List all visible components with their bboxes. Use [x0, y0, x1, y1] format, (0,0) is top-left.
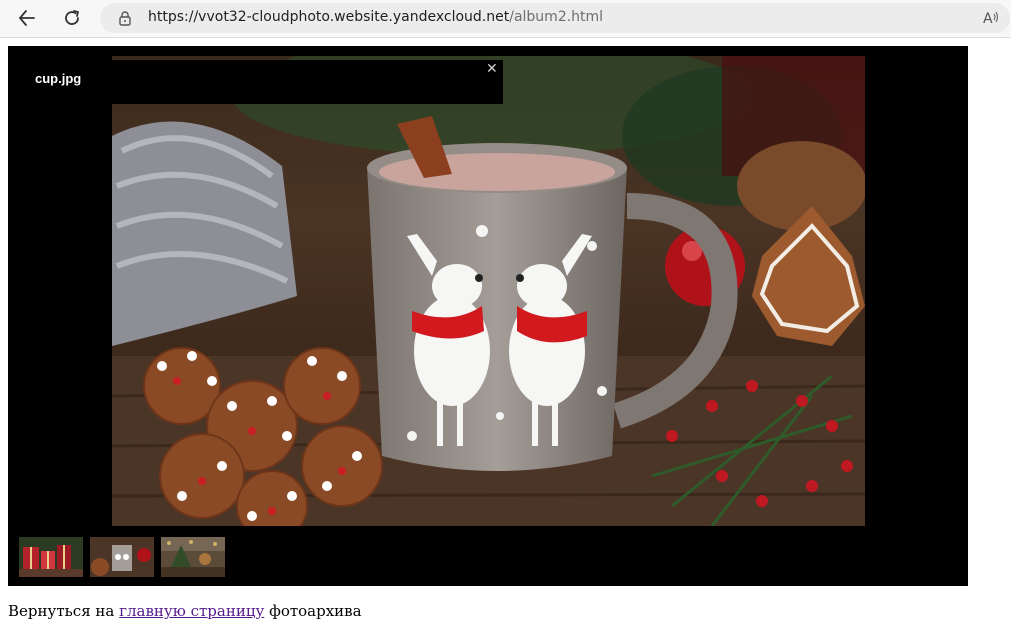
lock-icon[interactable] [117, 10, 133, 26]
caption-bar [112, 60, 503, 104]
read-aloud-icon: A [983, 11, 998, 27]
url-text[interactable]: https://vvot32-cloudphoto.website.yandex… [148, 9, 603, 25]
address-bar[interactable]: https://vvot32-cloudphoto.website.yandex… [100, 3, 1010, 33]
footer-suffix: фотоархива [269, 602, 362, 620]
reload-icon [65, 10, 79, 25]
svg-text:A: A [983, 11, 993, 27]
footer-text: Вернуться на главную страницу фотоархива [8, 602, 362, 620]
thumbnail-cup[interactable] [90, 537, 154, 577]
photo-gallery: cup.jpg ✕ [8, 46, 968, 586]
url-path: /album2.html [509, 9, 604, 25]
thumbnail-presents[interactable] [19, 537, 83, 577]
url-host: https://vvot32-cloudphoto.website.yandex… [148, 9, 510, 25]
home-page-link[interactable]: главную страницу [119, 602, 264, 620]
reload-button[interactable] [57, 4, 87, 32]
close-icon[interactable]: ✕ [486, 61, 498, 77]
photo-caption: cup.jpg [35, 71, 82, 86]
browser-toolbar: https://vvot32-cloudphoto.website.yandex… [0, 0, 1011, 38]
footer-prefix: Вернуться на [8, 602, 115, 620]
read-aloud-button[interactable]: A [982, 9, 1000, 31]
main-photo [112, 56, 865, 526]
thumbnail-festive-room[interactable] [161, 537, 225, 577]
arrow-left-icon [19, 10, 35, 26]
back-button[interactable] [12, 4, 42, 32]
